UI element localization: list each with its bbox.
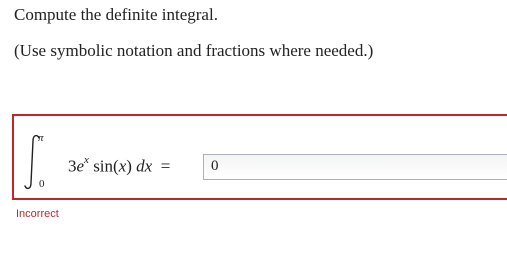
answer-input[interactable]: 0 — [203, 154, 507, 180]
status-incorrect: Incorrect — [16, 208, 59, 220]
upper-limit: π — [38, 132, 44, 144]
equals-sign: = — [160, 156, 171, 176]
coefficient: 3 — [68, 156, 77, 176]
question-hint: (Use symbolic notation and fractions whe… — [14, 41, 374, 60]
integrand: 3ex sin(x) dx = — [68, 152, 170, 177]
differential-variable: x — [144, 156, 153, 176]
answer-input-value: 0 — [211, 158, 219, 174]
exp-power: x — [84, 154, 89, 166]
close-paren: ) — [126, 156, 132, 176]
exp-base: e — [76, 156, 85, 176]
lower-limit: 0 — [39, 178, 45, 190]
differential-d: d — [136, 156, 145, 176]
question-prompt: Compute the definite integral. — [14, 5, 218, 24]
function-name: sin( — [93, 156, 119, 176]
